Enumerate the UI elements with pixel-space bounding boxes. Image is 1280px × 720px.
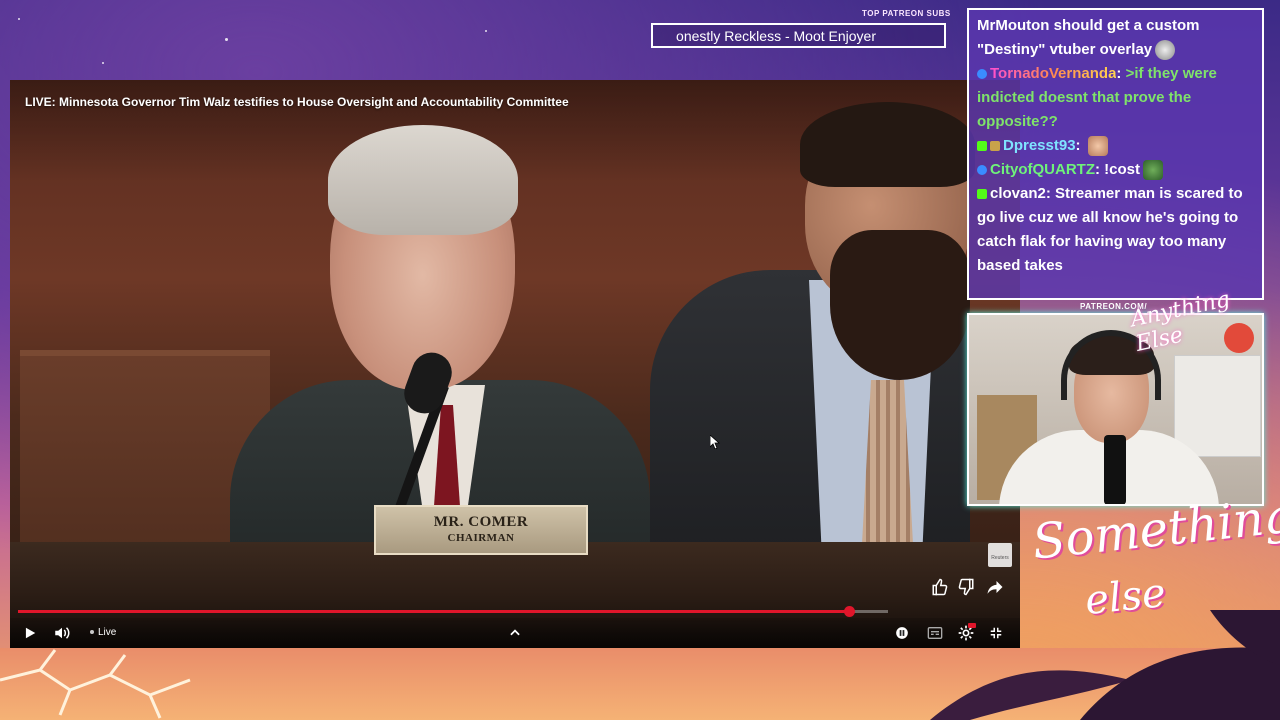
- webcam-dresser: [1174, 355, 1261, 457]
- video-player[interactable]: MR. COMER CHAIRMAN LIVE: Minnesota Gover…: [10, 80, 1020, 648]
- webcam-feed: [967, 313, 1264, 506]
- thumbs-up-icon[interactable]: [931, 578, 949, 596]
- subscriber-badge-icon: [977, 165, 987, 176]
- progress-bar[interactable]: [18, 606, 888, 617]
- thumbs-down-icon[interactable]: [957, 578, 975, 596]
- nameplate-name: MR. COMER: [433, 514, 529, 530]
- chat-username: CityofQUARTZ: [990, 161, 1095, 178]
- chat-message: clovan2: Streamer man is scared to go li…: [977, 182, 1254, 278]
- live-dot-icon: [90, 630, 94, 635]
- reuters-watermark: Reuters: [988, 543, 1012, 567]
- else-logo-text: else: [1082, 569, 1168, 625]
- subscriber-badge-icon: [977, 69, 987, 80]
- live-indicator[interactable]: Live: [90, 627, 116, 638]
- chat-message-text: !cost: [1104, 161, 1141, 178]
- microphone-icon: [1104, 435, 1126, 504]
- pepe-emote-icon: [1143, 160, 1164, 181]
- video-frame: MR. COMER CHAIRMAN: [10, 80, 1020, 648]
- patreon-subs-ticker: onestly Reckless - Moot Enjoyer: [651, 23, 946, 48]
- crack-decoration: [0, 649, 191, 719]
- star: [225, 38, 228, 41]
- video-title[interactable]: LIVE: Minnesota Governor Tim Walz testif…: [25, 95, 569, 109]
- autoplay-toggle-icon[interactable]: [892, 623, 912, 643]
- share-icon[interactable]: [986, 578, 1004, 596]
- chat-separator: :: [1045, 185, 1056, 202]
- tier-badge-icon: [990, 141, 1000, 152]
- chat-username: clovan2: [990, 185, 1046, 202]
- chevron-up-icon[interactable]: [505, 623, 525, 643]
- kick-badge-icon: [977, 141, 987, 152]
- top-patreon-subs-label: TOP PATREON SUBS: [862, 9, 951, 18]
- progress-scrubber-handle[interactable]: [843, 606, 855, 617]
- live-label: Live: [98, 627, 117, 638]
- chat-username: Dpresst93: [1003, 137, 1076, 154]
- star: [102, 62, 104, 64]
- staffer-beard: [830, 230, 970, 380]
- chat-separator: :: [1095, 161, 1105, 178]
- chat-username: TornadoVernanda: [990, 65, 1117, 82]
- nameplate: MR. COMER CHAIRMAN: [374, 505, 588, 555]
- kick-badge-icon: [977, 189, 987, 200]
- trollface-emote-icon: [1155, 40, 1176, 61]
- mouse-cursor-icon: [709, 434, 721, 450]
- star: [485, 30, 487, 32]
- chat-message: MrMouton should get a custom "Destiny" v…: [977, 14, 1254, 62]
- cat-emote-icon: [1087, 136, 1108, 157]
- chat-message: TornadoVernanda: >if they were indicted …: [977, 62, 1254, 134]
- chat-separator: :: [1116, 65, 1126, 82]
- chat-message: Dpresst93:: [977, 134, 1254, 158]
- chat-message: CityofQUARTZ: !cost: [977, 158, 1254, 182]
- patreon-subs-ticker-text: onestly Reckless - Moot Enjoyer: [676, 28, 876, 44]
- palm-leaves-decoration: [930, 610, 1280, 720]
- chat-separator: :: [1075, 137, 1085, 154]
- chairman-hair: [328, 125, 518, 235]
- chat-overlay: MrMouton should get a custom "Destiny" v…: [967, 8, 1264, 300]
- staffer-hair: [800, 102, 975, 187]
- nameplate-title: CHAIRMAN: [447, 532, 515, 544]
- progress-bar-played: [18, 610, 849, 613]
- star: [18, 18, 20, 20]
